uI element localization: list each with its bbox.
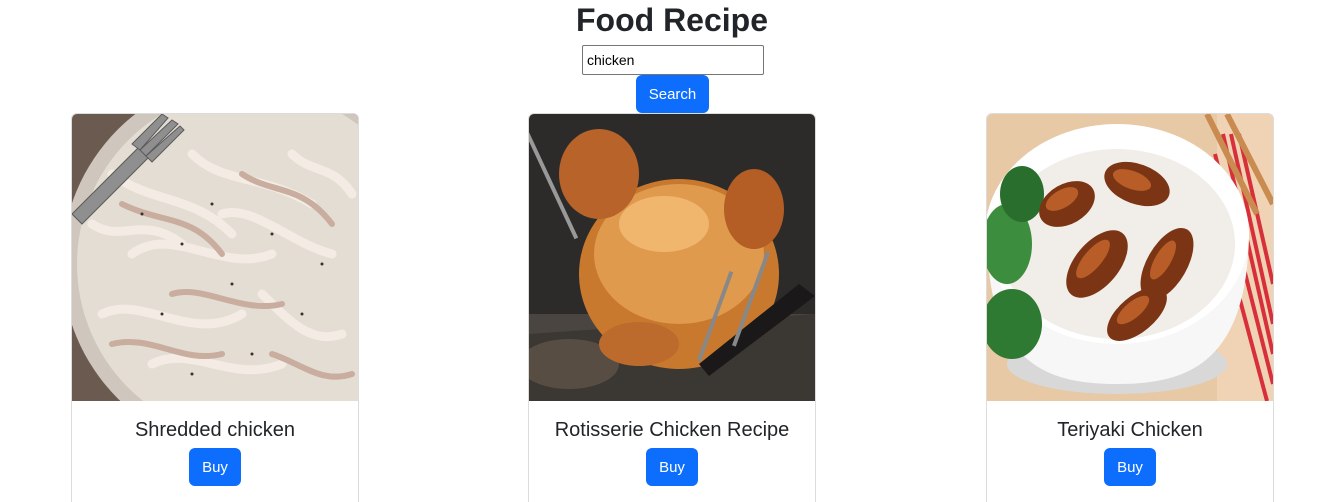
recipe-card-rotisserie-chicken: Rotisserie Chicken Recipe Buy <box>528 113 816 502</box>
page-title: Food Recipe <box>575 2 768 38</box>
page: Food Recipe Search <box>0 0 1340 502</box>
recipe-title: Shredded chicken <box>134 419 296 441</box>
recipe-image-teriyaki-chicken <box>987 114 1273 401</box>
buy-button[interactable]: Buy <box>646 448 698 486</box>
recipe-image-shredded-chicken <box>72 114 358 401</box>
buy-button[interactable]: Buy <box>189 448 241 486</box>
recipe-card-shredded-chicken: Shredded chicken Buy <box>71 113 359 502</box>
recipe-title: Teriyaki Chicken <box>1057 419 1203 441</box>
recipe-card-teriyaki-chicken: Teriyaki Chicken Buy <box>986 113 1274 502</box>
buy-button[interactable]: Buy <box>1104 448 1156 486</box>
search-input[interactable] <box>582 45 764 75</box>
recipe-title: Rotisserie Chicken Recipe <box>554 419 790 441</box>
recipe-image-rotisserie-chicken <box>529 114 815 401</box>
search-button[interactable]: Search <box>636 75 709 113</box>
